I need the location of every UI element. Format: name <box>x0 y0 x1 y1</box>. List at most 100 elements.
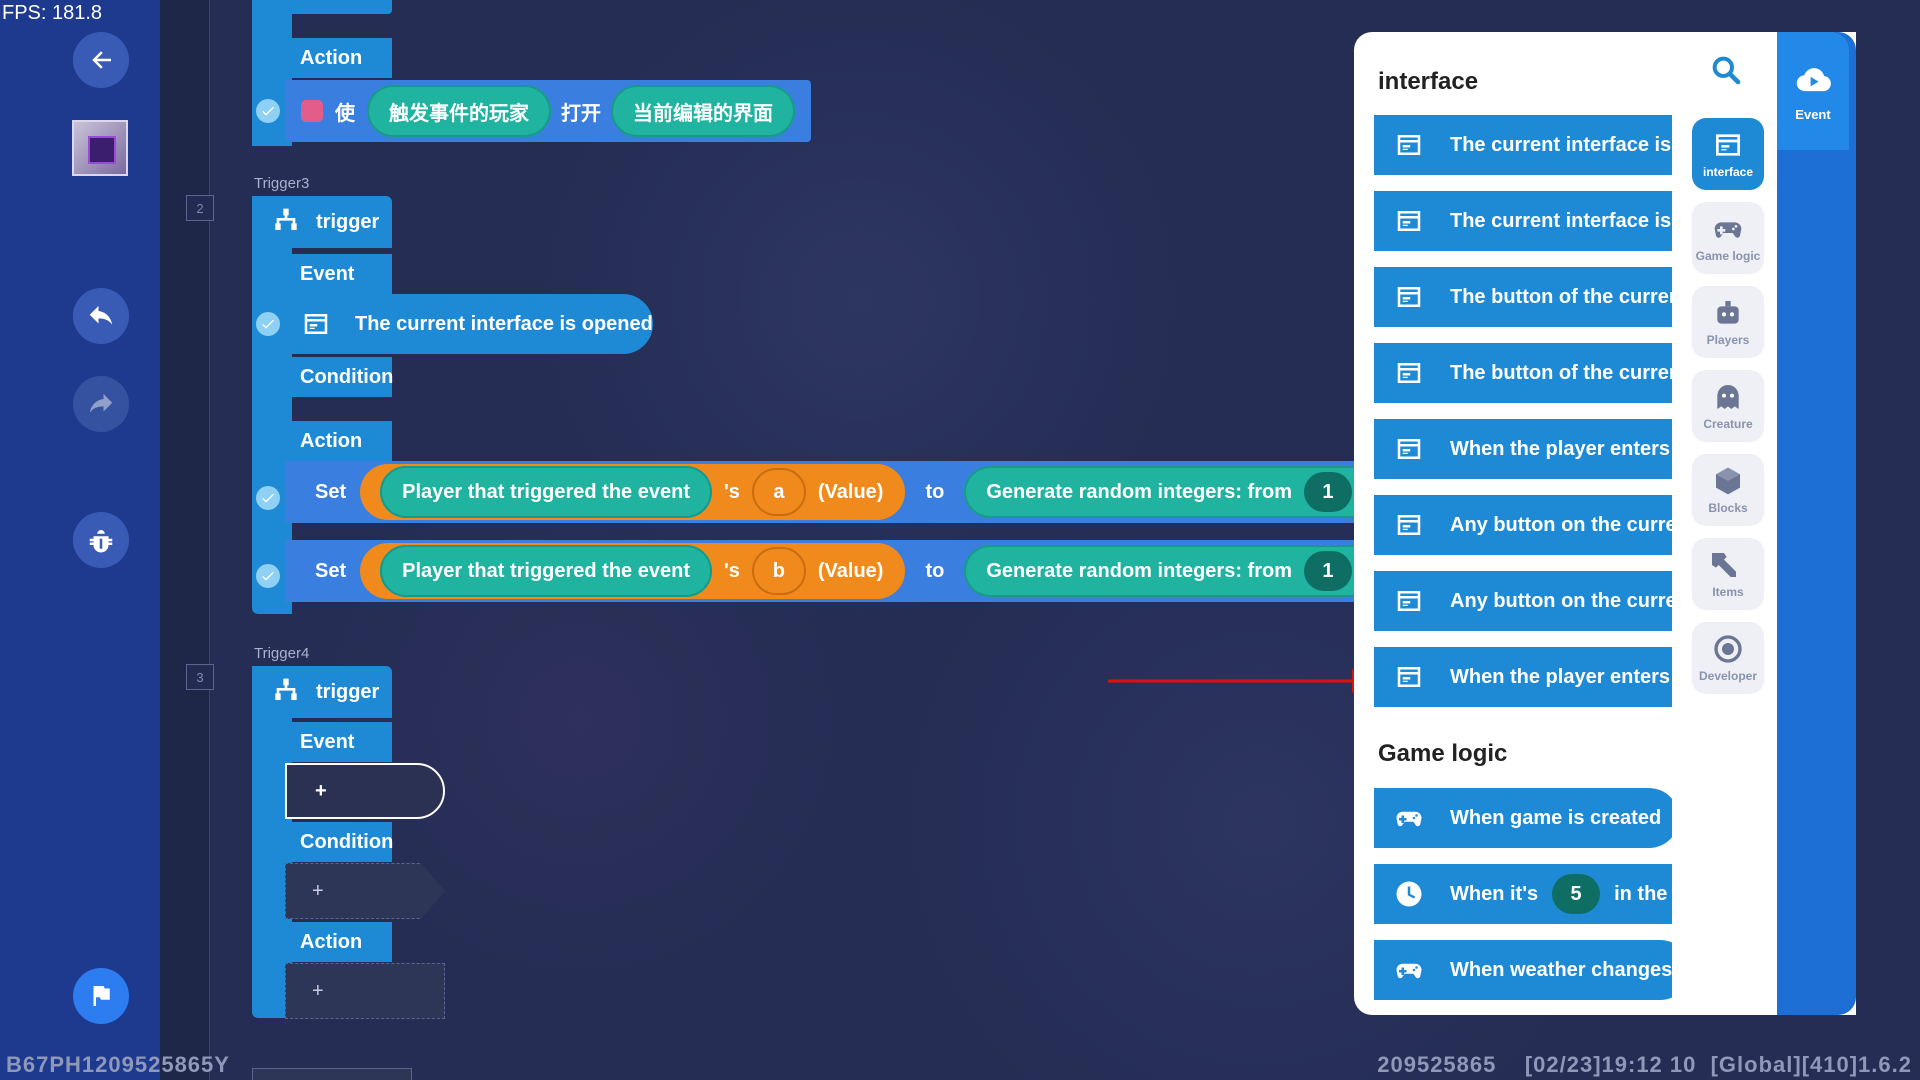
run-button[interactable] <box>73 968 129 1024</box>
time-value[interactable]: 5 <box>1552 874 1601 914</box>
palette-event-item[interactable]: When the player enters component <box>1374 419 1672 479</box>
condition-drop-slot[interactable]: + <box>285 863 445 919</box>
category-label: Items <box>1712 585 1744 599</box>
fps-counter: FPS: 181.8 <box>2 2 103 24</box>
category-creature[interactable]: Creature <box>1692 370 1764 442</box>
creature-icon <box>1717 385 1739 409</box>
event-drop-slot[interactable]: + <box>285 763 445 819</box>
scrolled-block-edge <box>252 1068 412 1080</box>
palette-item-label: When it's <box>1450 882 1539 905</box>
category-interface[interactable]: interface <box>1692 118 1764 190</box>
redo-icon <box>89 394 113 413</box>
trigger-hierarchy-icon <box>275 678 297 700</box>
random-int-param[interactable]: Generate random integers: from 1 to <box>964 466 1354 518</box>
player-param[interactable]: 触发事件的玩家 <box>367 85 551 137</box>
player-variable-param[interactable]: Player that triggered the event 's b (Va… <box>360 543 906 599</box>
palette-list: interface The current interface is opene… <box>1354 32 1672 1015</box>
random-int-param[interactable]: Generate random integers: from 1 to <box>964 545 1354 597</box>
gamepad-icon <box>1714 222 1742 238</box>
undo-button[interactable] <box>73 288 129 344</box>
palette-item-label: When the player enters an area <box>1450 665 1672 688</box>
line-gutter <box>160 0 210 1080</box>
back-button[interactable] <box>73 32 129 88</box>
set-variable-block[interactable]: Set Player that triggered the event 's b… <box>285 540 1354 602</box>
set-variable-block[interactable]: Set Player that triggered the event 's a… <box>285 461 1354 523</box>
palette-event-item[interactable]: Any button on the current interface is r… <box>1374 571 1672 631</box>
event-block[interactable]: The current interface is opened <box>285 294 653 354</box>
palette-item-label: The button of the current interface is p… <box>1450 285 1672 308</box>
enabled-check[interactable] <box>256 312 280 336</box>
from-value[interactable]: 1 <box>1303 472 1352 512</box>
category-players[interactable]: Players <box>1692 286 1764 358</box>
debug-button[interactable] <box>73 512 129 568</box>
interface-icon <box>1397 439 1421 459</box>
palette-item-label: When game is created <box>1450 806 1662 829</box>
random-int-label: Generate random integers: from <box>986 559 1292 582</box>
event-mode-tab[interactable]: Event <box>1777 32 1849 150</box>
palette-event-item[interactable]: When the player enters an area <box>1374 647 1672 707</box>
check-icon <box>262 106 274 116</box>
step-marker[interactable]: 3 <box>186 664 214 690</box>
action-block[interactable]: 使 触发事件的玩家 打开 当前编辑的界面 <box>285 80 811 142</box>
category-label: Creature <box>1703 417 1753 431</box>
trigger-header[interactable]: trigger <box>252 666 392 718</box>
palette-item-label: The current interface is closed <box>1450 209 1672 232</box>
palette-event-item[interactable]: When it's 5 in the game <box>1374 864 1672 924</box>
palette-event-item[interactable]: When game is created <box>1374 788 1672 848</box>
player-icon <box>1717 301 1739 324</box>
trigger-hierarchy-icon <box>275 208 297 230</box>
category-items[interactable]: Items <box>1692 538 1764 610</box>
palette-item-label: in the game <box>1614 882 1672 905</box>
left-toolbar: FPS: 181.8 <box>0 0 160 1080</box>
palette-item-label: The current interface is opened <box>1450 133 1672 156</box>
action-header: Action <box>252 421 392 461</box>
ui-param[interactable]: 当前编辑的界面 <box>611 85 795 137</box>
build-id: B67PH1209525865Y <box>6 1052 230 1077</box>
enabled-check[interactable] <box>256 564 280 588</box>
play-cloud-icon <box>1796 67 1831 91</box>
enabled-check[interactable] <box>256 99 280 123</box>
event-header: Event <box>252 254 392 294</box>
variable-name[interactable]: a <box>751 468 806 516</box>
player-param[interactable]: Player that triggered the event <box>380 545 712 597</box>
bug-icon <box>89 530 113 553</box>
enabled-check[interactable] <box>256 486 280 510</box>
to-keyword: to <box>925 480 945 503</box>
palette-event-item[interactable]: The button of the current interface is r… <box>1374 343 1672 403</box>
category-developer[interactable]: Developer <box>1692 622 1764 694</box>
undo-icon <box>89 306 113 325</box>
developer-icon <box>1714 635 1742 663</box>
palette-item-label: Any button on the current interface is r… <box>1450 589 1672 612</box>
category-blocks[interactable]: Blocks <box>1692 454 1764 526</box>
action-drop-slot[interactable]: + <box>285 963 445 1019</box>
step-marker[interactable]: 2 <box>186 195 214 221</box>
item-icon <box>1712 553 1736 577</box>
player-variable-param[interactable]: Player that triggered the event 's a (Va… <box>360 464 906 520</box>
palette-event-item[interactable]: The button of the current interface is p… <box>1374 267 1672 327</box>
interface-icon <box>1397 667 1421 687</box>
category-game-logic[interactable]: Game logic <box>1692 202 1764 274</box>
player-param[interactable]: Player that triggered the event <box>380 466 712 518</box>
from-value[interactable]: 1 <box>1303 551 1352 591</box>
palette-event-item[interactable]: The current interface is opened <box>1374 115 1672 175</box>
redo-button[interactable] <box>73 376 129 432</box>
variable-name[interactable]: b <box>751 547 806 595</box>
interface-icon <box>1397 515 1421 535</box>
palette-event-item[interactable]: Any button on the current interface is p… <box>1374 495 1672 555</box>
random-int-label: Generate random integers: from <box>986 480 1292 503</box>
clock-icon <box>1396 881 1422 907</box>
search-icon[interactable] <box>1710 54 1742 86</box>
set-keyword: Set <box>315 480 347 503</box>
trigger-header[interactable]: trigger <box>252 196 392 248</box>
action-verb: 使 <box>335 102 355 125</box>
palette-event-item[interactable]: The current interface is closed <box>1374 191 1672 251</box>
category-label: interface <box>1702 165 1754 179</box>
map-thumbnail[interactable] <box>72 120 128 176</box>
gamepad-icon <box>1396 811 1422 827</box>
run-flag-icon <box>93 986 110 1006</box>
interface-icon <box>1397 363 1421 383</box>
condition-header: Condition <box>252 822 393 862</box>
palette-item-label: The button of the current interface is r… <box>1450 361 1672 384</box>
palette-event-item[interactable]: When weather changes <box>1374 940 1672 1000</box>
palette-mode-column: Event <box>1777 32 1856 1015</box>
